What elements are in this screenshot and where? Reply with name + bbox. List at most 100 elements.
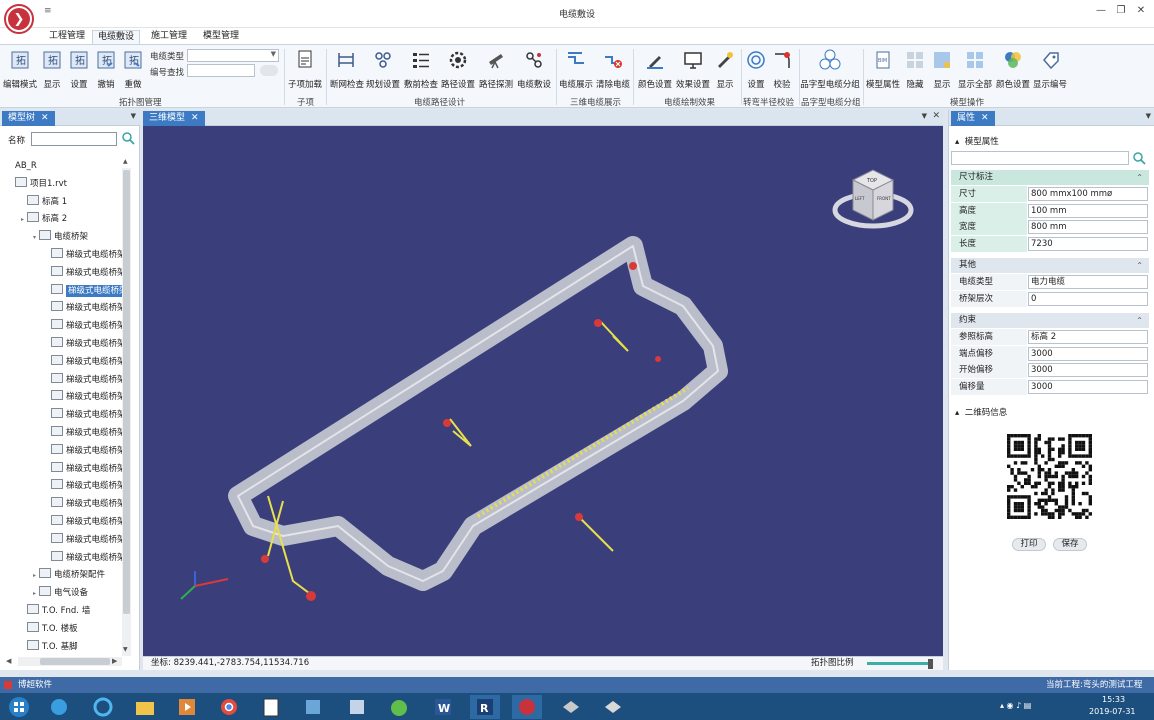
show-all-button[interactable]: 显示全部 <box>957 49 993 99</box>
scroll-thumb[interactable] <box>123 170 130 614</box>
tree-item[interactable]: ▸ 电缆桥架配件 <box>30 567 105 584</box>
tree-item[interactable]: ▾ 电缆桥架 <box>30 229 88 246</box>
tab-construction-management[interactable]: 施工管理 <box>146 30 192 44</box>
tree-item[interactable]: 梯级式电缆桥架 <box>42 354 126 371</box>
close-panel-icon[interactable]: ✕ <box>932 111 940 121</box>
property-value[interactable]: 800 mmx100 mmø <box>1028 187 1148 201</box>
display-effect-button[interactable]: 显示 <box>713 49 737 99</box>
tree-item[interactable]: ▸ 标高 2 <box>18 211 67 228</box>
model-props-button[interactable]: BIM 模型属性 <box>866 49 900 99</box>
folder-icon[interactable] <box>130 695 160 719</box>
color-settings-button[interactable]: 颜色设置 <box>637 49 673 99</box>
tree-item[interactable]: 梯级式电缆桥架 <box>42 283 130 300</box>
search-go-button[interactable] <box>260 65 278 76</box>
topology-scale-slider[interactable] <box>867 662 929 665</box>
tree-item[interactable]: 梯级式电缆桥架 <box>42 461 126 478</box>
3d-viewport[interactable]: TOP LEFT FRONT <box>143 126 943 656</box>
collapse-icon[interactable]: ⌃ <box>1136 170 1143 185</box>
taskbar-app-icon[interactable] <box>342 695 372 719</box>
expand-arrow-icon[interactable]: ▾ <box>30 229 39 246</box>
property-value[interactable]: 0 <box>1028 291 1148 306</box>
property-value[interactable]: 800 mm <box>1028 220 1148 234</box>
taskbar-app-icon[interactable] <box>44 695 74 719</box>
tree-item[interactable]: 梯级式电缆桥架 <box>42 389 126 406</box>
clock-time[interactable]: 15:33 <box>1102 695 1125 704</box>
property-value[interactable]: 100 mm <box>1028 203 1148 218</box>
clock-date[interactable]: 2019-07-31 <box>1089 707 1136 716</box>
tab-properties[interactable]: 属性 ✕ <box>951 111 995 126</box>
model-color-button[interactable]: 颜色设置 <box>996 49 1030 99</box>
bend-verify-button[interactable]: 校验 <box>770 49 794 99</box>
collapse-icon[interactable]: ⌃ <box>1136 258 1143 273</box>
path-probe-button[interactable]: 路径探测 <box>478 49 514 99</box>
property-search-input[interactable] <box>951 151 1129 165</box>
close-tab-icon[interactable]: ✕ <box>981 113 989 123</box>
close-tab-icon[interactable]: ✕ <box>191 113 199 123</box>
app-logo[interactable]: ❯ <box>4 4 34 34</box>
show-number-button[interactable]: 显示编号 <box>1033 49 1067 99</box>
tree-item[interactable]: T.O. Fnd. 墙 <box>18 603 90 620</box>
path-settings-button[interactable]: 路径设置 <box>441 49 475 99</box>
tree-item[interactable]: T.O. 基脚 <box>18 639 78 656</box>
tree-item[interactable]: 梯级式电缆桥架 <box>42 496 126 513</box>
scroll-down-icon[interactable]: ▼ <box>123 646 128 653</box>
tree-vertical-scrollbar[interactable] <box>122 168 131 656</box>
taskbar-app-icon[interactable] <box>298 695 328 719</box>
scroll-right-icon[interactable]: ▶ <box>112 657 117 665</box>
tray-icons[interactable]: ▴ ◉ ♪ ▤ <box>1000 701 1031 710</box>
search-icon[interactable] <box>121 131 135 148</box>
tree-item[interactable]: 梯级式电缆桥架 <box>42 514 126 531</box>
panel-menu-icon[interactable]: ▼ <box>1146 112 1151 120</box>
collapse-arrow-icon[interactable]: ▸ <box>18 211 27 228</box>
code-search-input[interactable] <box>187 64 255 77</box>
plan-settings-button[interactable]: 规划设置 <box>366 49 400 99</box>
start-button[interactable] <box>6 695 32 719</box>
media-player-icon[interactable] <box>172 695 202 719</box>
taskbar-app-icon[interactable] <box>556 695 586 719</box>
notepad-icon[interactable] <box>256 695 286 719</box>
show-button[interactable]: 拓 显示 <box>40 49 64 99</box>
effect-settings-button[interactable]: 效果设置 <box>675 49 711 99</box>
tree-item[interactable]: 梯级式电缆桥架 <box>42 425 126 442</box>
word-icon[interactable]: W <box>428 695 458 719</box>
print-button[interactable]: 打印 <box>1012 538 1046 551</box>
cable-lay-button[interactable]: 电缆敷设 <box>516 49 552 99</box>
scroll-left-icon[interactable]: ◀ <box>6 657 11 665</box>
property-value[interactable]: 3000 <box>1028 379 1148 394</box>
clear-cable-button[interactable]: 清除电缆 <box>596 49 630 99</box>
tree-item[interactable]: 梯级式电缆桥架 <box>42 265 126 282</box>
panel-menu-icon[interactable]: ▼ <box>922 112 927 120</box>
taskbar-app-icon[interactable] <box>598 695 628 719</box>
cable-app-icon[interactable] <box>512 695 542 719</box>
property-value[interactable]: 3000 <box>1028 346 1148 361</box>
search-icon[interactable] <box>1132 151 1146 168</box>
cable-show-button[interactable]: 电缆展示 <box>559 49 593 99</box>
tree-item[interactable]: 梯级式电缆桥架 <box>42 443 126 460</box>
navigation-cube[interactable]: TOP LEFT FRONT <box>829 158 919 248</box>
tree-item[interactable]: 梯级式电缆桥架 <box>42 372 126 389</box>
tree-item[interactable]: 梯级式电缆桥架 <box>42 318 126 335</box>
collapse-arrow-icon[interactable]: ▸ <box>30 567 39 584</box>
property-value[interactable]: 3000 <box>1028 363 1148 377</box>
panel-menu-icon[interactable]: ▼ <box>131 112 136 120</box>
name-filter-input[interactable] <box>31 132 117 146</box>
property-section-header[interactable]: 其他 ⌃ <box>951 258 1149 273</box>
tab-project-management[interactable]: 工程管理 <box>44 30 90 44</box>
close-button[interactable]: ✕ <box>1132 5 1150 16</box>
tree-item[interactable]: T.O. 楼板 <box>18 621 78 638</box>
scroll-up-icon[interactable]: ▲ <box>123 158 128 165</box>
tree-item[interactable]: 标高 1 <box>18 194 67 211</box>
undo-button[interactable]: 拓 撤销 <box>94 49 118 99</box>
tree-item[interactable]: AB_R <box>6 158 37 175</box>
collapse-arrow-icon[interactable]: ▸ <box>30 585 39 602</box>
property-value[interactable]: 标高 2 <box>1028 330 1148 344</box>
cable-type-select[interactable]: ▼ <box>187 49 279 62</box>
redo-button[interactable]: 拓 重做 <box>121 49 145 99</box>
tree-item[interactable]: 梯级式电缆桥架 <box>42 550 126 567</box>
qr-info-heading[interactable]: ▴ 二维码信息 <box>955 406 1007 418</box>
tree-horizontal-scrollbar[interactable] <box>18 657 122 666</box>
tree-item[interactable]: 梯级式电缆桥架 <box>42 478 126 495</box>
tree-item[interactable]: 梯级式电缆桥架 <box>42 336 126 353</box>
hide-button[interactable]: 隐藏 <box>903 49 927 99</box>
edit-mode-button[interactable]: 拓 编辑模式 <box>3 49 37 99</box>
